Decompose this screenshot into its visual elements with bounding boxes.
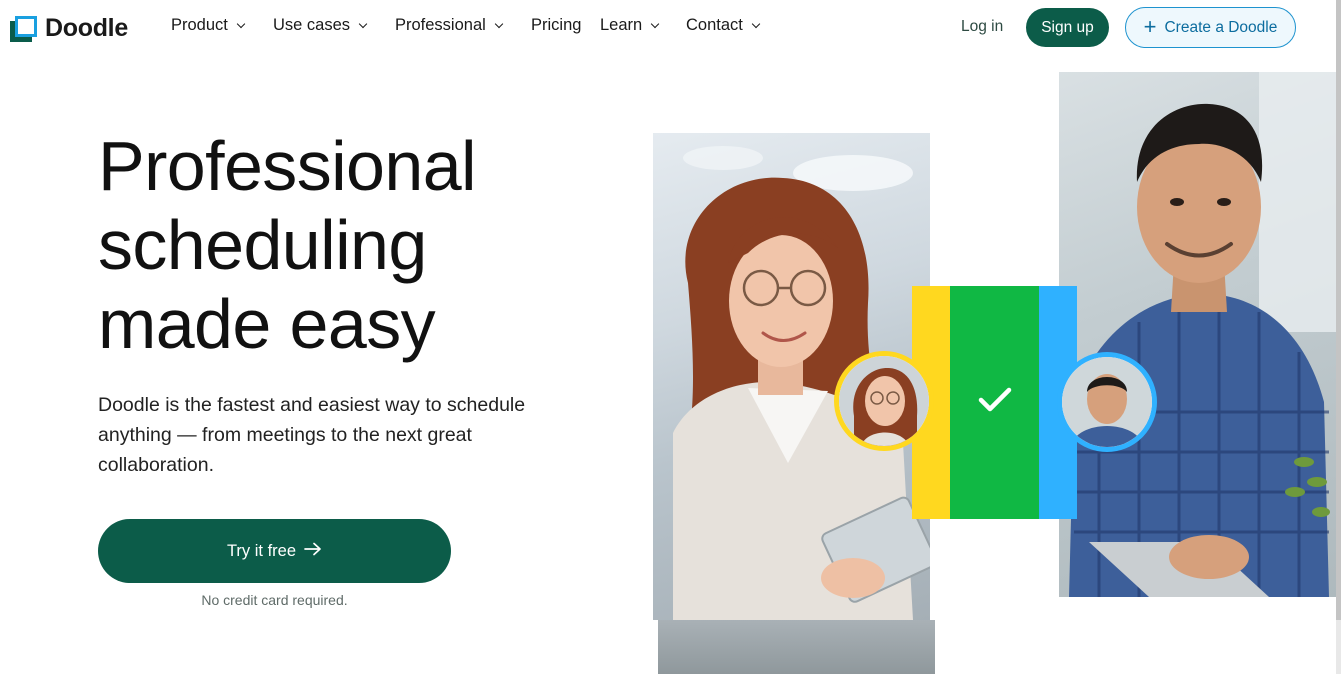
plus-icon: + [1143,13,1157,39]
woman-photo-lower-strip [658,620,935,674]
logo-wordmark: Doodle [45,14,128,42]
nav-item-learn[interactable]: Learn [600,16,686,35]
nav-item-label: Product [171,16,228,34]
hero-title-line: scheduling [98,206,427,284]
nav-item-contact[interactable]: Contact [686,16,761,35]
hero-title-line: made easy [98,285,436,363]
hero-subtitle: Doodle is the fastest and easiest way to… [98,394,526,476]
cta-label: Try it free [226,541,297,560]
chevron-down-icon [358,19,368,29]
nav-item-pricing[interactable]: Pricing [531,16,600,35]
scrollbar-thumb[interactable] [1336,0,1341,620]
signup-button-label: Sign up [1041,18,1094,36]
no-credit-card-note: No credit card required. [201,592,348,608]
create-doodle-label: Create a Doodle [1164,18,1278,36]
create-doodle-button[interactable]: + Create a Doodle [1125,7,1296,48]
green-accent-bar [950,286,1039,519]
try-it-free-button[interactable]: Try it free [98,519,451,583]
nav-item-use-cases[interactable]: Use cases [273,16,395,35]
nav-item-professional[interactable]: Professional [395,16,531,35]
page-scrollbar[interactable] [1336,0,1341,674]
woman-avatar [834,351,934,451]
nav-item-label: Contact [686,16,743,34]
nav-item-label: Professional [395,16,486,34]
chevron-down-icon [650,19,660,29]
login-link[interactable]: Log in [961,18,1003,36]
nav-item-label: Pricing [531,16,582,34]
doodle-logo[interactable]: Doodle [10,14,128,43]
main-nav: Product Use cases Professional Pricing L… [171,16,761,35]
signup-button[interactable]: Sign up [1026,8,1109,47]
man-at-laptop-photo [1059,72,1336,597]
nav-item-product[interactable]: Product [171,16,273,35]
doodle-logo-icon [10,15,38,42]
man-avatar [1057,352,1157,452]
chevron-down-icon [236,19,246,29]
site-header: Doodle Product Use cases Professional Pr… [0,0,1341,56]
chevron-down-icon [751,19,761,29]
chevron-down-icon [494,19,504,29]
hero-title-line: Professional [98,127,477,205]
hero-title: Professional scheduling made easy [98,127,598,364]
arrow-right-icon [304,542,322,561]
nav-item-label: Learn [600,16,643,34]
check-icon [978,386,1012,419]
nav-item-label: Use cases [273,16,351,34]
